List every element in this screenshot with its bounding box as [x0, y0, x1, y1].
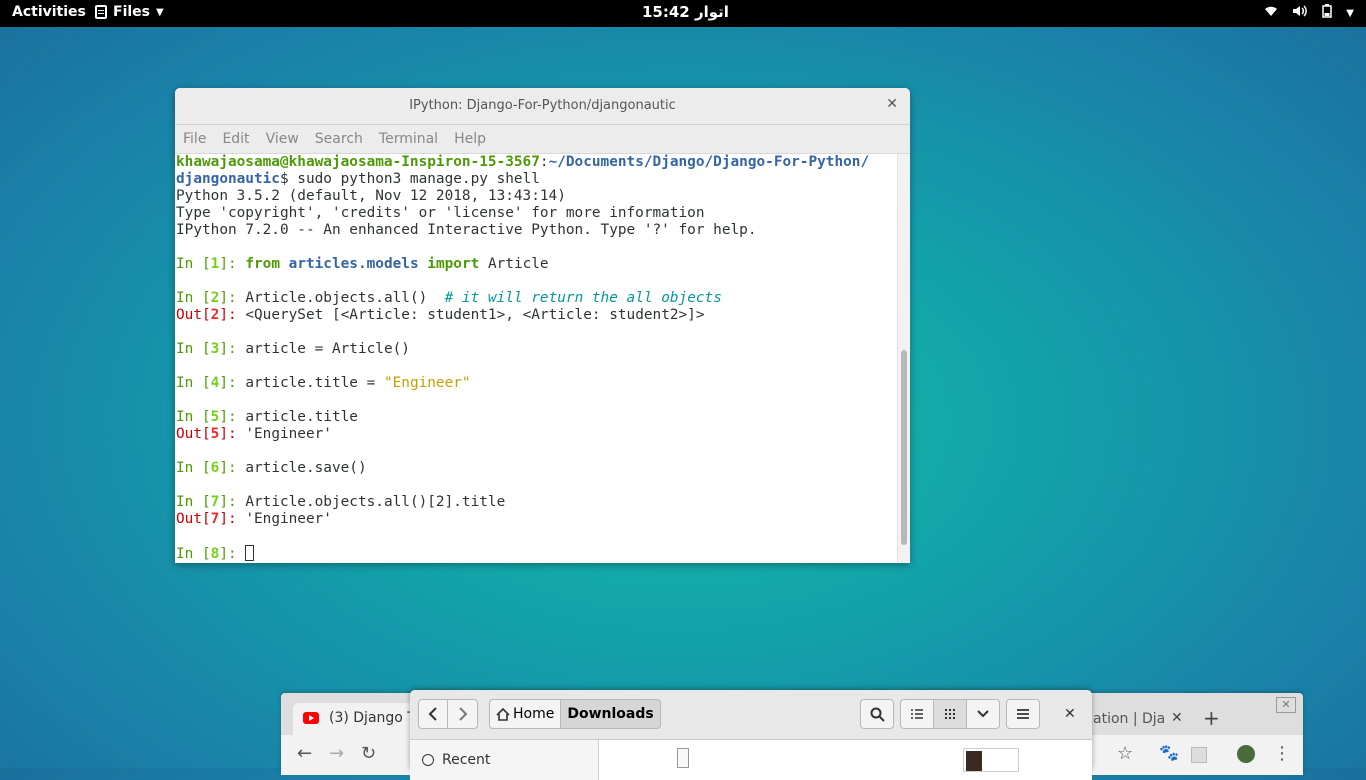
banner-line: Type 'copyright', 'credits' or 'license'…: [176, 205, 705, 221]
new-tab-button[interactable]: +: [1203, 706, 1220, 730]
text-cursor: [245, 545, 255, 561]
files-content[interactable]: [599, 740, 1092, 780]
terminal-menubar: File Edit View Search Terminal Help: [175, 125, 910, 154]
banner-line: IPython 7.2.0 -- An enhanced Interactive…: [176, 222, 757, 238]
clock-icon: [422, 754, 434, 766]
menu-file[interactable]: File: [183, 131, 206, 147]
wifi-icon: [1264, 5, 1278, 21]
files-headerbar[interactable]: Home Downloads ✕: [410, 690, 1092, 740]
menu-edit[interactable]: Edit: [222, 131, 249, 147]
menu-search[interactable]: Search: [315, 131, 363, 147]
terminal-titlebar[interactable]: IPython: Django-For-Python/djangonautic …: [175, 88, 910, 125]
list-icon: [911, 709, 923, 719]
prompt-line: khawajaosama@khawajaosama-Inspiron-15-35…: [176, 154, 870, 170]
input-line: In [1]: from articles.models import Arti…: [176, 256, 549, 272]
close-icon[interactable]: ✕: [1064, 706, 1076, 722]
app-menu[interactable]: Files ▼: [95, 4, 164, 20]
terminal-output[interactable]: khawajaosama@khawajaosama-Inspiron-15-35…: [175, 154, 898, 563]
input-line: In [7]: Article.objects.all()[2].title: [176, 494, 506, 510]
sidebar-item-recent[interactable]: Recent: [422, 752, 490, 768]
list-view-button[interactable]: [900, 699, 934, 729]
reload-icon[interactable]: ↻: [361, 743, 376, 764]
sidebar-item-label: Recent: [442, 752, 491, 768]
tab-label[interactable]: ation | Dja: [1093, 711, 1165, 727]
output-line: Out[7]: 'Engineer': [176, 511, 332, 527]
input-line: In [4]: article.title = "Engineer": [176, 375, 471, 391]
terminal-window[interactable]: IPython: Django-For-Python/djangonautic …: [175, 88, 910, 563]
grid-view-button[interactable]: [933, 699, 967, 729]
chevron-right-icon: [458, 707, 467, 721]
file-thumbnail[interactable]: [963, 748, 1019, 772]
close-icon[interactable]: ✕: [1276, 697, 1296, 713]
menu-help[interactable]: Help: [454, 131, 486, 147]
activities-button[interactable]: Activities: [12, 4, 86, 20]
output-line: Out[2]: <QuerySet [<Article: student1>, …: [176, 307, 705, 323]
back-button[interactable]: [418, 699, 448, 729]
grid-icon: [945, 709, 955, 719]
close-icon[interactable]: ✕: [886, 96, 898, 112]
hamburger-icon: [1017, 709, 1029, 719]
input-line: In [2]: Article.objects.all() # it will …: [176, 290, 722, 306]
back-icon[interactable]: ←: [297, 743, 312, 764]
search-icon: [870, 707, 885, 722]
input-line: In [5]: article.title: [176, 409, 358, 425]
menu-icon[interactable]: ⋮: [1273, 743, 1291, 764]
input-line: In [3]: article = Article(): [176, 341, 410, 357]
battery-icon: [1322, 4, 1333, 22]
path-home-label: Home: [513, 706, 555, 722]
command-line: djangonautic$ sudo python3 manage.py she…: [176, 171, 540, 187]
view-options-button[interactable]: [966, 699, 1000, 729]
avatar[interactable]: [1237, 745, 1255, 763]
scrollbar[interactable]: [897, 154, 910, 563]
menu-view[interactable]: View: [266, 131, 299, 147]
clock[interactable]: 15:42 اتوار: [642, 3, 729, 21]
bookmark-star-icon[interactable]: ☆: [1117, 743, 1133, 764]
chevron-down-icon: [977, 710, 989, 718]
files-app-icon: [95, 5, 107, 19]
menu-terminal[interactable]: Terminal: [379, 131, 438, 147]
path-current-button[interactable]: Downloads: [561, 699, 661, 729]
chevron-down-icon: ▼: [1346, 7, 1354, 19]
path-home-button[interactable]: Home: [489, 699, 562, 729]
extension-icon[interactable]: 🐾: [1159, 743, 1179, 762]
volume-icon: [1292, 5, 1308, 21]
scrollbar-thumb[interactable]: [901, 350, 907, 545]
forward-icon[interactable]: →: [329, 743, 344, 764]
path-bar: Home Downloads: [489, 699, 661, 729]
active-input-line[interactable]: In [8]:: [176, 545, 898, 562]
banner-line: Python 3.5.2 (default, Nov 12 2018, 13:4…: [176, 188, 566, 204]
system-tray[interactable]: ▼: [1264, 4, 1354, 22]
input-line: In [6]: article.save(): [176, 460, 367, 476]
files-sidebar: Recent: [410, 740, 599, 780]
forward-button[interactable]: [447, 699, 478, 729]
extension-icon[interactable]: [1191, 747, 1207, 763]
file-thumbnail[interactable]: [677, 748, 689, 768]
youtube-icon: [303, 712, 319, 724]
search-button[interactable]: [860, 699, 894, 729]
close-icon[interactable]: ✕: [1171, 710, 1183, 726]
output-line: Out[5]: 'Engineer': [176, 426, 332, 442]
chevron-down-icon: ▼: [156, 6, 164, 18]
app-menu-label: Files: [113, 4, 150, 20]
home-icon: [496, 707, 510, 721]
chevron-left-icon: [428, 707, 437, 721]
menu-button[interactable]: [1006, 699, 1040, 729]
files-window[interactable]: Home Downloads ✕ Recent: [410, 690, 1092, 780]
top-bar: Activities Files ▼ 15:42 اتوار ▼: [0, 0, 1366, 27]
window-title: IPython: Django-For-Python/djangonautic: [409, 98, 676, 113]
